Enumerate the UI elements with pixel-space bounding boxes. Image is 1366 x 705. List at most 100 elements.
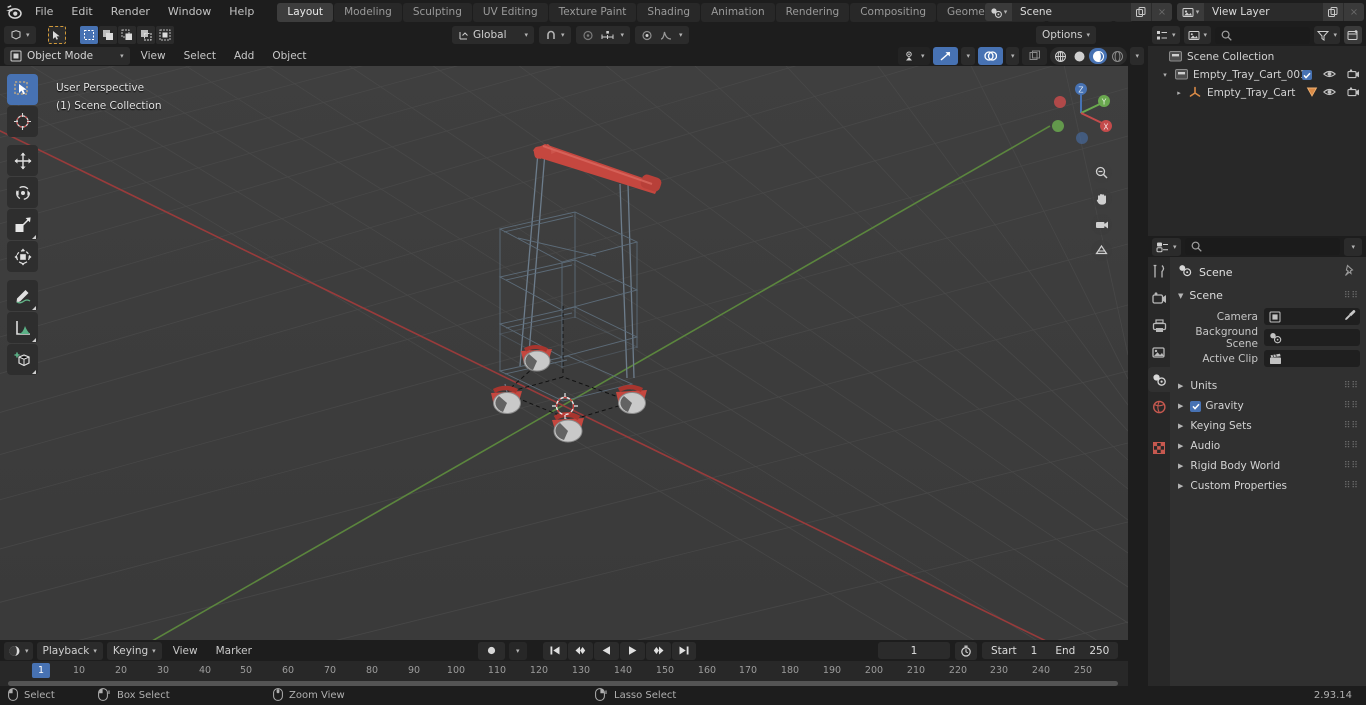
snap-magnet-button[interactable]: ▾	[539, 26, 571, 44]
jump-start-button[interactable]	[542, 641, 567, 660]
camera-icon[interactable]	[1091, 214, 1112, 235]
keying-dropdown[interactable]: Keying ▾	[106, 641, 162, 660]
timeline-menu-marker[interactable]: Marker	[209, 642, 259, 660]
camera-field[interactable]	[1264, 308, 1360, 325]
gizmo-dropdown[interactable]: ▾	[961, 47, 975, 65]
properties-editor[interactable]: ▾ ▾ Scene ▼ Scene ⠿⠿ Camera Background S…	[1147, 236, 1366, 686]
tab-animation[interactable]: Animation	[701, 2, 775, 22]
new-collection-icon[interactable]	[1344, 26, 1362, 44]
view-layer-tab[interactable]	[1151, 344, 1168, 361]
zoom-icon[interactable]	[1091, 162, 1112, 183]
camera-render-icon[interactable]	[1347, 86, 1360, 100]
play-reverse-button[interactable]	[593, 641, 619, 660]
outliner-row-scene-collection[interactable]: Scene Collection	[1148, 48, 1366, 66]
proportional-falloff-group[interactable]: ▾	[635, 26, 689, 44]
proportional-editing-group[interactable]: ▾	[575, 26, 631, 44]
tab-layout[interactable]: Layout	[277, 2, 334, 22]
tab-texture-paint[interactable]: Texture Paint	[548, 2, 637, 22]
playback-dropdown[interactable]: Playback ▾	[36, 641, 103, 660]
shading-solid-icon[interactable]	[1070, 48, 1088, 64]
camera-render-icon[interactable]	[1347, 68, 1360, 82]
annotate-tool[interactable]	[7, 280, 38, 311]
shading-wireframe-icon[interactable]	[1051, 48, 1069, 64]
blender-logo-icon[interactable]	[0, 0, 26, 24]
play-button[interactable]	[619, 641, 645, 660]
scale-tool[interactable]	[7, 209, 38, 240]
properties-editor-icon[interactable]: ▾	[1152, 237, 1181, 256]
pin-icon[interactable]	[1343, 264, 1356, 280]
tab-rendering[interactable]: Rendering	[775, 2, 850, 22]
new-scene-button[interactable]	[1131, 3, 1151, 21]
eye-icon[interactable]	[1322, 87, 1337, 100]
collection-enable-checkbox[interactable]	[1302, 70, 1312, 80]
shading-dropdown[interactable]: ▾	[1130, 47, 1144, 65]
timeline-editor[interactable]: ▾ Playback ▾ Keying ▾ View Marker ▾ 1 St…	[0, 640, 1128, 686]
background-scene-field[interactable]	[1264, 329, 1360, 346]
xray-toggle[interactable]	[1022, 47, 1048, 65]
menu-render[interactable]: Render	[102, 3, 159, 21]
chevron-right-icon[interactable]: ▶	[1178, 462, 1183, 470]
select-difference-icon[interactable]	[136, 26, 155, 44]
outliner-editor[interactable]: ▾ ▾ ▾ Scene Collection ▾ Empty_Tray_Cart…	[1148, 24, 1366, 236]
timeline-scrubber[interactable]: 1 10 20 30 40 50 60 70 80 90 100 110 120…	[0, 661, 1128, 683]
add-cube-tool[interactable]	[7, 344, 38, 375]
eyedropper-icon[interactable]	[1344, 309, 1356, 324]
units-panel[interactable]: ▶ Units ⠿⠿	[1170, 376, 1366, 396]
viewlayer-name[interactable]: View Layer	[1204, 3, 1322, 21]
end-frame-cell[interactable]: End 250	[1046, 642, 1118, 659]
outliner-display-icon[interactable]: ▾	[1152, 26, 1180, 44]
3d-viewport[interactable]: User Perspective (1) Scene Collection Z …	[0, 66, 1128, 640]
output-tab[interactable]	[1151, 317, 1168, 334]
audio-panel[interactable]: ▶ Audio ⠿⠿	[1170, 436, 1366, 456]
editor-type-3dview-icon[interactable]: ▾	[4, 26, 36, 44]
current-frame-field[interactable]: 1	[878, 642, 950, 659]
jump-end-button[interactable]	[671, 641, 696, 660]
start-frame-cell[interactable]: Start 1	[982, 642, 1046, 659]
texture-tab[interactable]	[1151, 439, 1168, 456]
timeline-editor-icon[interactable]: ▾	[4, 641, 33, 660]
tweak-select-tool[interactable]	[7, 74, 38, 105]
object-visibility-icon[interactable]: ▾	[897, 47, 931, 65]
disclosure-triangle[interactable]: ▸	[1174, 89, 1184, 97]
viewport-menu-select[interactable]: Select	[177, 47, 223, 65]
filter-id-icon[interactable]: ▾	[1183, 26, 1212, 44]
funnel-icon[interactable]: ▾	[1314, 26, 1340, 44]
overlays-toggle[interactable]	[977, 47, 1003, 65]
disclosure-triangle[interactable]: ▾	[1160, 71, 1170, 79]
unlink-viewlayer-button[interactable]: ×	[1344, 3, 1364, 21]
auto-keying-toggle[interactable]	[478, 641, 505, 660]
outliner-search-input[interactable]	[1215, 26, 1311, 44]
scene-panel-header[interactable]: ▼ Scene ⠿⠿	[1170, 286, 1366, 305]
menu-window[interactable]: Window	[159, 3, 220, 21]
playhead[interactable]: 1	[31, 663, 51, 678]
viewlayer-datablock[interactable]: ▾ View Layer ×	[1177, 3, 1364, 21]
tab-modeling[interactable]: Modeling	[334, 2, 402, 22]
viewport-menu-add[interactable]: Add	[227, 47, 261, 65]
viewport-menu-view[interactable]: View	[134, 47, 173, 65]
object-mode-dropdown[interactable]: Object Mode ▾	[4, 46, 130, 65]
transform-tool[interactable]	[7, 241, 38, 272]
cursor-tool[interactable]	[7, 106, 38, 137]
tab-uv-editing[interactable]: UV Editing	[472, 2, 548, 22]
tab-sculpting[interactable]: Sculpting	[402, 2, 472, 22]
rigid-body-world-panel[interactable]: ▶ Rigid Body World ⠿⠿	[1170, 456, 1366, 476]
timeline-menu-view[interactable]: View	[166, 642, 205, 660]
menu-edit[interactable]: Edit	[62, 3, 101, 21]
navigation-gizmo[interactable]: Z Y X	[1044, 76, 1118, 150]
rotate-tool[interactable]	[7, 177, 38, 208]
properties-search-input[interactable]	[1184, 238, 1341, 255]
unlink-scene-button[interactable]: ×	[1152, 3, 1172, 21]
gravity-panel[interactable]: ▶ Gravity ⠿⠿	[1170, 396, 1366, 416]
use-preview-range-button[interactable]	[955, 641, 977, 660]
menu-file[interactable]: File	[26, 3, 62, 21]
select-intersect-icon[interactable]	[155, 26, 174, 44]
select-subtract-icon[interactable]	[117, 26, 136, 44]
shading-rendered-icon[interactable]	[1108, 48, 1126, 64]
chevron-right-icon[interactable]: ▶	[1178, 402, 1183, 410]
gravity-checkbox[interactable]	[1190, 400, 1202, 412]
keying-sets-panel[interactable]: ▶ Keying Sets ⠿⠿	[1170, 416, 1366, 436]
view-layer-icon[interactable]: ▾	[1177, 3, 1204, 21]
next-keyframe-button[interactable]	[645, 641, 671, 660]
render-tab[interactable]	[1151, 290, 1168, 307]
chevron-right-icon[interactable]: ▶	[1178, 382, 1183, 390]
